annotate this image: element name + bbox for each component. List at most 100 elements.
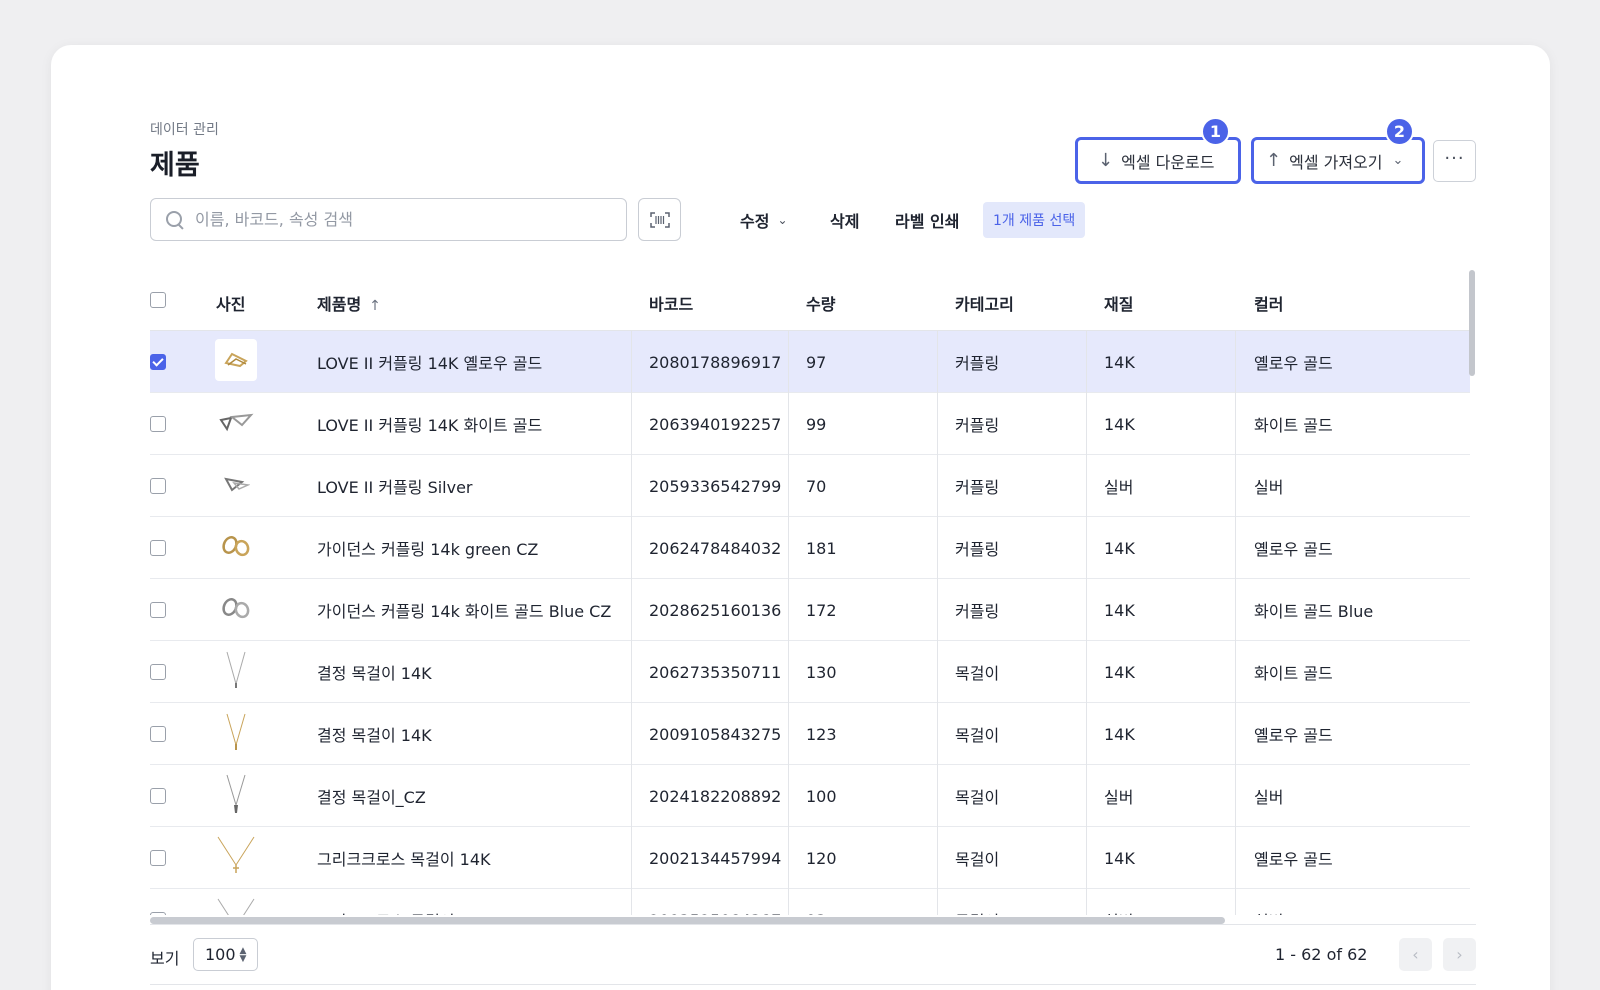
products-table: 사진 제품명 ↑ 바코드 수량 카테고리 재질 컬러 LOVE II 커플링 14…: [150, 270, 1470, 915]
column-quantity[interactable]: 수량: [806, 291, 835, 315]
row-checkbox[interactable]: [150, 602, 166, 618]
cell-name: 결정 목걸이_CZ: [317, 788, 426, 807]
cell-quantity: 97: [806, 352, 827, 372]
footer-divider: [150, 924, 1476, 925]
print-label-button[interactable]: 라벨 인쇄: [895, 208, 959, 232]
row-checkbox[interactable]: [150, 788, 166, 804]
cell-name: LOVE II 커플링 Silver: [317, 478, 473, 497]
cell-barcode: 2024182208892: [649, 786, 782, 806]
table-row[interactable]: 결정 목걸이_CZ 2024182208892 100 목걸이 실버 실버: [150, 765, 1470, 827]
cell-quantity: 181: [806, 538, 837, 558]
barcode-scan-button[interactable]: [638, 198, 681, 241]
table-row[interactable]: 가이던스 커플링 14k green CZ 2062478484032 181 커플링…: [150, 517, 1470, 579]
page-size-value: 100: [205, 945, 236, 964]
product-thumbnail: [215, 897, 257, 915]
search-input[interactable]: [195, 210, 615, 229]
column-divider: [631, 393, 632, 455]
column-color[interactable]: 컬러: [1254, 291, 1283, 315]
column-divider: [631, 889, 632, 915]
row-checkbox[interactable]: [150, 912, 166, 915]
column-divider: [788, 393, 789, 455]
horizontal-scrollbar[interactable]: [150, 917, 1225, 924]
row-checkbox[interactable]: [150, 478, 166, 494]
column-divider: [788, 331, 789, 393]
select-all-checkbox[interactable]: [150, 292, 166, 308]
column-photo: 사진: [216, 295, 246, 314]
table-row[interactable]: 가이던스 커플링 14k 화이트 골드 Blue CZ 2028625160136…: [150, 579, 1470, 641]
row-checkbox[interactable]: [150, 850, 166, 866]
breadcrumb[interactable]: 데이터 관리: [150, 119, 219, 139]
column-divider: [631, 331, 632, 393]
column-divider: [1086, 331, 1087, 393]
cell-barcode: 2062478484032: [649, 538, 782, 558]
row-checkbox[interactable]: [150, 664, 166, 680]
column-category[interactable]: 카테고리: [955, 291, 1014, 315]
page-size-select[interactable]: 100 ▲ ▼: [193, 938, 258, 971]
column-divider: [1086, 765, 1087, 827]
column-name[interactable]: 제품명 ↑: [317, 291, 381, 315]
footer-bottom-divider: [150, 984, 1476, 985]
product-thumbnail: [215, 835, 257, 877]
column-divider: [1235, 889, 1236, 915]
cell-category: 커플링: [955, 354, 1000, 373]
sort-ascending-icon: ↑: [369, 298, 381, 314]
column-divider: [1086, 455, 1087, 517]
cell-color: 실버: [1254, 788, 1284, 807]
column-name-label: 제품명: [317, 295, 362, 314]
table-row[interactable]: 그리크크로스 목걸이 14K 2002134457994 120 목걸이 14K 옐로우 …: [150, 827, 1470, 889]
table-row[interactable]: LOVE II 커플링 14K 화이트 골드 2063940192257 99 커플링…: [150, 393, 1470, 455]
cell-color: 옐로우 골드: [1254, 354, 1333, 373]
prev-page-button[interactable]: ‹: [1399, 938, 1432, 971]
table-row[interactable]: 그리크크로스 목걸이 Silver 2093525084387 93 목걸이 실버 실버: [150, 889, 1470, 915]
edit-label: 수정: [740, 212, 770, 231]
column-divider: [1235, 765, 1236, 827]
cell-color: 실버: [1254, 478, 1284, 497]
row-checkbox[interactable]: [150, 416, 166, 432]
table-row[interactable]: 결정 목걸이 14K 2009105843275 123 목걸이 14K 옐로우 골드: [150, 703, 1470, 765]
page-title: 제품: [150, 150, 200, 181]
table-row[interactable]: LOVE II 커플링 14K 옐로우 골드 2080178896917 97 커플링…: [150, 331, 1470, 393]
cell-category: 목걸이: [955, 850, 1000, 869]
excel-download-label: 엑셀 다운로드: [1121, 152, 1215, 172]
view-label: 보기: [150, 949, 180, 968]
column-divider: [788, 703, 789, 765]
cell-name: 가이던스 커플링 14k green CZ: [317, 540, 539, 559]
next-page-button[interactable]: ›: [1443, 938, 1476, 971]
selection-count-chip: 1개 제품 선택: [983, 202, 1086, 238]
column-material[interactable]: 재질: [1104, 291, 1133, 315]
cell-color: 옐로우 골드: [1254, 726, 1333, 745]
cell-color: 옐로우 골드: [1254, 540, 1333, 559]
column-divider: [1086, 827, 1087, 889]
cell-category: 커플링: [955, 602, 1000, 621]
print-label-label: 라벨 인쇄: [895, 212, 960, 231]
chevron-down-icon: ⌄: [777, 213, 788, 227]
table-row[interactable]: 결정 목걸이 14K 2062735350711 130 목걸이 14K 화이트 골드: [150, 641, 1470, 703]
more-options-button[interactable]: ···: [1433, 140, 1476, 182]
row-checkbox[interactable]: [150, 354, 166, 370]
annotation-badge-2: 2: [1385, 117, 1414, 146]
column-divider: [937, 579, 938, 641]
row-checkbox[interactable]: [150, 726, 166, 742]
cell-name: 그리크크로스 목걸이 Silver: [317, 889, 505, 915]
product-thumbnail: [215, 587, 257, 629]
column-divider: [788, 517, 789, 579]
vertical-scrollbar[interactable]: [1469, 270, 1475, 376]
column-divider: [631, 579, 632, 641]
row-checkbox[interactable]: [150, 540, 166, 556]
chevron-left-icon: ‹: [1412, 945, 1419, 964]
cell-category: 커플링: [955, 540, 1000, 559]
column-divider: [1235, 455, 1236, 517]
search-icon: [165, 210, 185, 230]
pagination-range: 1 - 62 of 62: [1275, 945, 1368, 964]
cell-barcode: 2002134457994: [649, 848, 782, 868]
chevron-right-icon: ›: [1456, 945, 1463, 964]
column-barcode[interactable]: 바코드: [649, 291, 693, 315]
table-row[interactable]: LOVE II 커플링 Silver 2059336542799 70 커플링 실버 실버: [150, 455, 1470, 517]
cell-name: LOVE II 커플링 14K 옐로우 골드: [317, 354, 543, 373]
barcode-scan-icon: [649, 211, 670, 228]
delete-button[interactable]: 삭제: [830, 208, 859, 232]
column-divider: [631, 517, 632, 579]
edit-dropdown[interactable]: 수정 ⌄: [740, 208, 788, 232]
cell-material: 14K: [1104, 848, 1135, 868]
column-divider: [1086, 889, 1087, 915]
